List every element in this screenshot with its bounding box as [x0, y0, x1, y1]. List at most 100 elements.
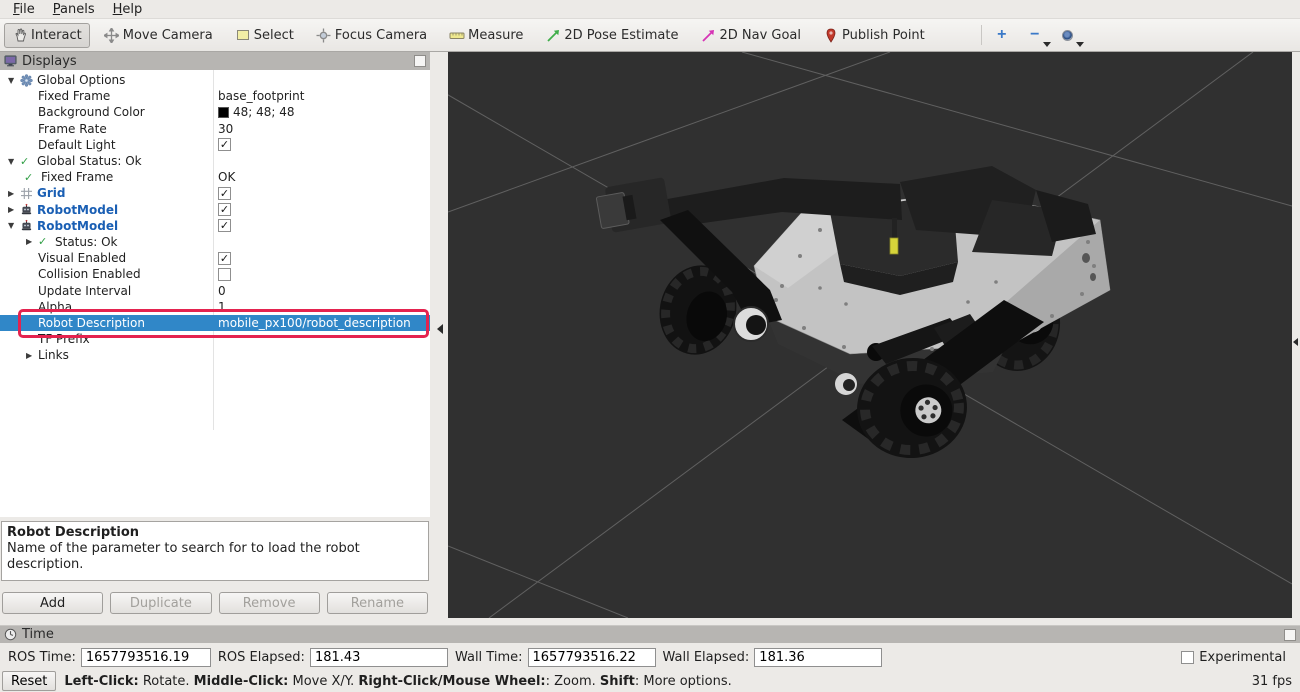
displays-monitor-icon	[4, 55, 17, 67]
tree-row-update-interval[interactable]: Update Interval0	[0, 282, 428, 298]
collapse-arrow-icon[interactable]	[1293, 338, 1298, 346]
expander-closed-icon[interactable]: ▶	[6, 189, 20, 198]
tree-row-fixed-frame[interactable]: ✓Fixed FrameOK	[0, 169, 428, 185]
tree-row-visual-enabled[interactable]: Visual Enabled✓	[0, 250, 428, 266]
tree-row-robot-description[interactable]: Robot Descriptionmobile_px100/robot_desc…	[0, 315, 430, 331]
reset-button[interactable]: Reset	[2, 671, 56, 691]
expander-closed-icon[interactable]: ▶	[24, 237, 38, 246]
menu-help[interactable]: Help	[104, 1, 152, 18]
tree-row-default-light[interactable]: Default Light✓	[0, 137, 428, 153]
tree-row-collision-enabled[interactable]: Collision Enabled	[0, 266, 428, 282]
tool-focus-camera[interactable]: Focus Camera	[308, 23, 435, 48]
property-label: Global Options	[37, 73, 125, 87]
rename-button: Rename	[327, 592, 428, 614]
toolbar-separator	[981, 25, 982, 45]
add-button[interactable]: Add	[2, 592, 103, 614]
checkbox-checked[interactable]: ✓	[218, 252, 231, 265]
checkbox-checked[interactable]: ✓	[218, 187, 231, 200]
property-value[interactable]: 48; 48; 48	[213, 105, 295, 119]
select-box-icon	[235, 28, 251, 43]
property-value[interactable]	[213, 268, 231, 281]
property-value[interactable]: ✓	[213, 219, 231, 232]
checkbox-checked[interactable]: ✓	[218, 138, 231, 151]
property-value[interactable]: base_footprint	[213, 89, 304, 103]
experimental-option: Experimental	[1181, 650, 1292, 665]
property-value[interactable]: 30	[213, 122, 233, 136]
tree-row-alpha[interactable]: Alpha1	[0, 299, 428, 315]
tool-label: Measure	[468, 28, 523, 43]
status-ok-check-icon: ✓	[20, 155, 37, 168]
tree-row-tf-prefix[interactable]: TF Prefix	[0, 331, 428, 347]
checkbox-checked[interactable]: ✓	[218, 219, 231, 232]
tree-row-status-ok[interactable]: ▶✓Status: Ok	[0, 234, 428, 250]
wall-time-input[interactable]	[528, 648, 656, 667]
value-text: mobile_px100/robot_description	[218, 316, 411, 330]
green-arrow-icon	[545, 28, 561, 43]
plus-icon: +	[997, 28, 1006, 42]
dropdown-arrow-icon	[1076, 42, 1084, 47]
zoom-in-button[interactable]: +	[990, 22, 1014, 48]
value-text: 0	[218, 284, 226, 298]
property-value[interactable]: ✓	[213, 138, 231, 151]
tree-row-grid[interactable]: ▶Grid✓	[0, 185, 428, 201]
tool-move-camera[interactable]: Move Camera	[96, 23, 221, 48]
tree-row-frame-rate[interactable]: Frame Rate 30	[0, 121, 428, 137]
tool-select[interactable]: Select	[227, 23, 302, 48]
expander-closed-icon[interactable]: ▶	[24, 351, 38, 360]
property-value[interactable]: mobile_px100/robot_description	[213, 316, 411, 330]
property-value[interactable]: 1	[213, 300, 226, 314]
3d-viewport[interactable]	[448, 52, 1292, 618]
tool-2d-nav-goal[interactable]: 2D Nav Goal	[692, 23, 809, 48]
property-value[interactable]: ✓	[213, 252, 231, 265]
menu-file[interactable]: File	[4, 1, 44, 18]
wall-elapsed-input[interactable]	[754, 648, 882, 667]
zoom-out-button[interactable]: −	[1023, 22, 1047, 48]
tree-row-global-status-ok[interactable]: ▼✓Global Status: Ok	[0, 153, 428, 169]
property-value[interactable]: 0	[213, 284, 226, 298]
robot-icon	[20, 219, 37, 232]
expander-open-icon[interactable]: ▼	[6, 157, 20, 166]
menu-bar: FilePanelsHelp	[0, 0, 1300, 19]
property-label: Frame Rate	[38, 122, 107, 136]
tool-label: Publish Point	[842, 28, 925, 43]
tool-measure[interactable]: Measure	[441, 23, 531, 48]
expander-open-icon[interactable]: ▼	[6, 221, 20, 230]
tool-label: Move Camera	[123, 28, 213, 43]
ros-time-input[interactable]	[81, 648, 211, 667]
float-panel-button[interactable]	[1284, 629, 1296, 641]
expander-open-icon[interactable]: ▼	[6, 76, 20, 85]
tree-row-background-color[interactable]: Background Color48; 48; 48	[0, 104, 428, 120]
property-label: Status: Ok	[55, 235, 118, 249]
mouse-help-text: Left-Click: Rotate. Middle-Click: Move X…	[64, 674, 731, 689]
property-value[interactable]: ✓	[213, 187, 231, 200]
magenta-arrow-icon	[700, 28, 716, 43]
tool-interact[interactable]: Interact	[4, 23, 90, 48]
property-value[interactable]: ✓	[213, 203, 231, 216]
tree-row-global-options[interactable]: ▼ Global Options	[0, 72, 428, 88]
camera-view-button[interactable]	[1056, 22, 1080, 48]
robot-icon	[20, 203, 37, 216]
tree-row-links[interactable]: ▶Links	[0, 347, 428, 363]
tree-row-fixed-frame[interactable]: Fixed Framebase_footprint	[0, 88, 428, 104]
tool-publish-point[interactable]: Publish Point	[815, 23, 933, 48]
experimental-checkbox[interactable]	[1181, 651, 1194, 664]
collapse-arrow-icon[interactable]	[437, 324, 443, 334]
checkbox-unchecked[interactable]	[218, 268, 231, 281]
description-text: Name of the parameter to search for to l…	[7, 541, 423, 573]
displays-tree: ▼ Global OptionsFixed Framebase_footprint…	[0, 70, 430, 517]
color-swatch	[218, 107, 229, 118]
time-panel: Time ROS Time:ROS Elapsed:Wall Time:Wall…	[0, 625, 1300, 692]
remove-button: Remove	[219, 592, 320, 614]
float-panel-button[interactable]	[414, 55, 426, 67]
panel-splitter-left[interactable]	[430, 52, 448, 618]
property-value[interactable]: OK	[213, 170, 235, 184]
ros-elapsed-input[interactable]	[310, 648, 448, 667]
panel-splitter-right[interactable]	[1292, 52, 1300, 618]
tree-row-robotmodel[interactable]: ▶RobotModel✓	[0, 202, 428, 218]
checkbox-checked[interactable]: ✓	[218, 203, 231, 216]
tree-row-robotmodel[interactable]: ▼RobotModel✓	[0, 218, 428, 234]
menu-panels[interactable]: Panels	[44, 1, 104, 18]
time-field-label: ROS Time:	[8, 650, 76, 665]
expander-closed-icon[interactable]: ▶	[6, 205, 20, 214]
tool-2d-pose-estimate[interactable]: 2D Pose Estimate	[537, 23, 686, 48]
